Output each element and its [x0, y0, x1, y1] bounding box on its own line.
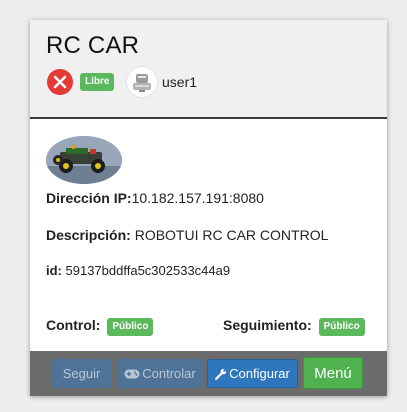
follow-badge: Público [318, 318, 365, 336]
ip-value: 10.182.157.191:8080 [131, 190, 264, 206]
gamepad-icon [124, 369, 140, 378]
robot-image [46, 136, 122, 184]
card-header: RC CAR Libre user1 [30, 20, 387, 119]
menu-button[interactable]: Menú [303, 357, 363, 389]
control-label: Control: [46, 317, 101, 333]
id-value: 59137bddffa5c302533c44a9 [65, 263, 231, 278]
ip-field: Dirección IP:10.182.157.191:8080 [46, 190, 264, 206]
follow-button-label: Seguir [62, 366, 101, 381]
control-badge: Público [107, 318, 154, 336]
control-permission: Control: Público [46, 317, 154, 336]
description-field: Descripción: ROBOTUI RC CAR CONTROL [46, 227, 328, 243]
id-field: id: 59137bddffa5c302533c44a9 [46, 263, 230, 278]
id-label: id: [46, 263, 62, 278]
robot-title: RC CAR [46, 32, 140, 59]
description-label: Descripción: [46, 227, 131, 243]
menu-button-label: Menú [314, 364, 352, 382]
robot-avatar-icon [126, 66, 158, 98]
control-button-label: Controlar [142, 366, 196, 381]
follow-permission: Seguimiento: Público [223, 317, 365, 336]
owner-username: user1 [162, 74, 198, 90]
robot-card: RC CAR Libre user1 Dirección IP:10.182.1… [30, 20, 387, 396]
ip-label: Dirección IP: [46, 190, 132, 206]
status-badge: Libre [80, 73, 115, 91]
card-footer: Seguir Controlar Configurar Menú [30, 351, 387, 396]
close-icon[interactable] [47, 69, 73, 95]
control-button[interactable]: Controlar [117, 359, 203, 388]
description-value: ROBOTUI RC CAR CONTROL [134, 227, 329, 243]
configure-button[interactable]: Configurar [207, 359, 298, 388]
follow-label: Seguimiento: [223, 317, 312, 333]
configure-button-label: Configurar [229, 366, 290, 381]
wrench-icon [215, 368, 227, 380]
follow-button[interactable]: Seguir [52, 359, 111, 388]
